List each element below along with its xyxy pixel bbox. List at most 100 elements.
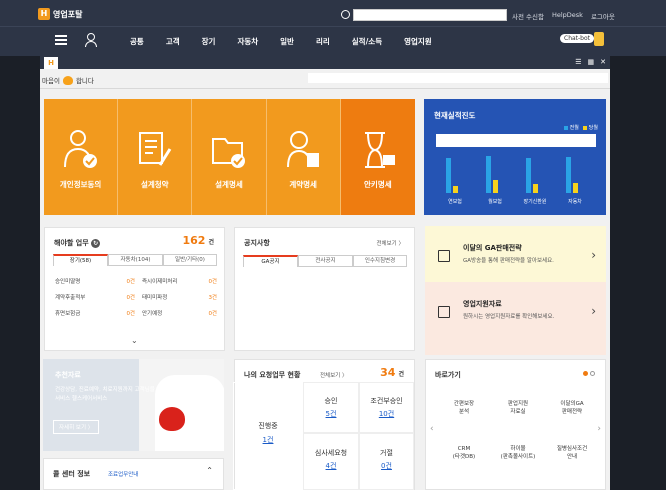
menu-item-common[interactable]: 공통: [130, 36, 144, 47]
heart-icon: [62, 75, 73, 85]
list-item[interactable]: 즉시이제미처리 0건: [142, 277, 217, 285]
list-item[interactable]: 승인미딸명 0건: [55, 277, 135, 285]
app-title: 영업포탈: [53, 9, 83, 19]
shortcut-ga-strategy[interactable]: 이달의GA 판매전략: [545, 400, 599, 416]
bar-curr: [453, 186, 458, 193]
hamburger-icon[interactable]: [55, 35, 67, 45]
promo-title: 영업지원자료: [463, 300, 502, 308]
request-review[interactable]: 심사세요청 4건: [303, 433, 359, 490]
request-more-link[interactable]: 전체보기 〉: [320, 371, 348, 379]
shortcut-sales-materials[interactable]: 판업지원 자료실: [491, 400, 545, 416]
list-item[interactable]: 계약후출적부 0건: [55, 293, 135, 301]
menu-item-claims[interactable]: 리리: [316, 36, 330, 47]
tile-design-details[interactable]: 설계명세: [192, 99, 267, 215]
request-conditional[interactable]: 조건부승인 10건: [359, 382, 414, 433]
inbox-link[interactable]: 사전 수신함: [512, 11, 544, 21]
chevron-right-icon[interactable]: ›: [591, 248, 596, 262]
helpdesk-link[interactable]: HelpDesk: [552, 11, 583, 21]
shortcut-coverage-analysis[interactable]: 간편보장 분석: [437, 400, 491, 416]
tab-ga-notice[interactable]: GA공지: [243, 255, 298, 267]
bar-curr: [533, 184, 538, 193]
list-item[interactable]: 태미미파정 3건: [142, 293, 217, 301]
greeting-pre: 마음이: [42, 77, 60, 85]
progress-summary-bar: [436, 134, 596, 147]
menu-item-performance[interactable]: 실적/소득: [352, 36, 382, 47]
chevron-up-icon[interactable]: ⌃: [206, 466, 213, 475]
tile-expiry-details[interactable]: 안키명세: [340, 99, 415, 215]
request-rejected[interactable]: 거절 0건: [359, 433, 414, 490]
recommend-banner[interactable]: 추천자료 건강상담, 진료예약, 치료지원까지 고객님을 위한 맞춤 헬스케어서…: [43, 359, 224, 451]
consent-person-icon: [64, 130, 97, 168]
user-icon[interactable]: [85, 33, 97, 47]
list-item[interactable]: 휴면보험금 0건: [55, 309, 135, 317]
search-input[interactable]: [353, 9, 507, 21]
todo-count: 162 건: [182, 234, 215, 247]
menu-item-auto[interactable]: 자동차: [237, 36, 258, 47]
chevron-left-icon[interactable]: ‹: [430, 424, 434, 434]
bar-label: 월보험: [488, 199, 502, 205]
home-tab[interactable]: H: [44, 57, 58, 69]
chevron-right-icon[interactable]: ›: [591, 304, 596, 318]
carousel-dots[interactable]: [583, 371, 595, 376]
callcenter-link[interactable]: 조료업무안내: [108, 470, 138, 478]
robot-icon[interactable]: [594, 32, 604, 46]
chatbot-button[interactable]: Chat-bot: [560, 34, 595, 43]
notice-ticker[interactable]: [308, 73, 608, 83]
progress-chart: 연보험 월보험 장기신환원 자동차: [430, 149, 602, 207]
menu-item-long-term[interactable]: 장기: [202, 36, 216, 47]
menu-item-general[interactable]: 일반: [280, 36, 294, 47]
tile-contract-details[interactable]: 계약명세: [267, 99, 341, 215]
progress-legend: 전월 당월: [563, 124, 598, 131]
tab-underwriting-change[interactable]: 인수지침변경: [353, 255, 407, 267]
callcenter-panel: 콜 센터 정보 조료업무안내 ⌃: [43, 458, 224, 490]
grid-icon[interactable]: ▦: [588, 58, 595, 66]
legend-curr: 당월: [582, 124, 598, 131]
list-item[interactable]: 안기예정 0건: [142, 309, 217, 317]
tab-long-term[interactable]: 장기(58): [53, 254, 108, 266]
tab-auto[interactable]: 자동차(104): [108, 254, 163, 266]
todo-title: 해야할 업무 ↻: [54, 239, 101, 248]
quick-tiles: 개인정보동의 설계청약 설계명세 계약명세 안키명세: [44, 99, 415, 215]
progress-bar-group: [520, 149, 550, 193]
shortcut-himall[interactable]: 하이몰 (판촉몰사이트): [491, 445, 545, 461]
bar-prev: [486, 155, 491, 193]
app-logo[interactable]: H 영업포탈: [38, 8, 82, 20]
document-pen-icon: [139, 132, 172, 166]
bar-prev: [446, 157, 451, 193]
tile-label: 개인정보동의: [59, 180, 102, 189]
shortcut-crm[interactable]: CRM (타겟DB): [437, 445, 491, 461]
list-icon[interactable]: ☰: [575, 58, 581, 66]
todo-list-right: 즉시이제미처리 0건 태미미파정 3건 안기예정 0건: [142, 277, 217, 317]
sales-support-card[interactable]: 영업지원자료 원하시는 영업지원자료를 확인해보세요. ›: [425, 282, 606, 355]
heart-image: [159, 407, 185, 431]
progress-bar-group: [480, 149, 510, 193]
menu-item-customer[interactable]: 고객: [166, 36, 180, 47]
menu-item-sales-support[interactable]: 영업지원: [404, 36, 432, 47]
mailbox-icon: [438, 306, 450, 318]
tab-general[interactable]: 일반/기타(0): [163, 254, 217, 266]
refresh-icon[interactable]: ↻: [91, 239, 101, 248]
progress-title: 현재실적진도: [434, 111, 476, 120]
request-count: 34 건: [380, 366, 404, 379]
tab-company-notice[interactable]: 전사공지: [298, 255, 353, 267]
bar-curr: [573, 183, 578, 193]
todo-list-left: 승인미딸명 0건 계약후출적부 0건 휴면보험금 0건: [55, 277, 135, 317]
notice-more-link[interactable]: 전체보기 〉: [377, 239, 405, 247]
shortcut-title: 바로가기: [435, 371, 461, 379]
search-icon[interactable]: [341, 10, 350, 19]
close-icon[interactable]: ✕: [600, 58, 606, 66]
bar-label: 자동차: [568, 199, 582, 205]
tile-privacy-consent[interactable]: 개인정보동의: [44, 99, 119, 215]
progress-bar-group: [440, 149, 470, 193]
contract-person-icon: [286, 131, 319, 168]
tab-controls: ☰ ▦ ✕: [575, 58, 606, 66]
shortcut-disease-guide[interactable]: 질병심사조건 안내: [545, 445, 599, 461]
tile-label: 안키명세: [364, 180, 392, 189]
details-button[interactable]: 자세히 보기 〉: [53, 420, 100, 434]
request-inprogress[interactable]: 진행중 1건: [233, 382, 303, 490]
chevron-down-icon[interactable]: ⌄: [131, 336, 138, 345]
tile-design-subscription[interactable]: 설계청약: [118, 99, 193, 215]
request-approved[interactable]: 승인 5건: [303, 382, 359, 433]
logout-link[interactable]: 로그아웃: [591, 11, 615, 21]
promo-subtitle: GA방송을 통해 판매전략을 알아보세요.: [463, 258, 554, 264]
